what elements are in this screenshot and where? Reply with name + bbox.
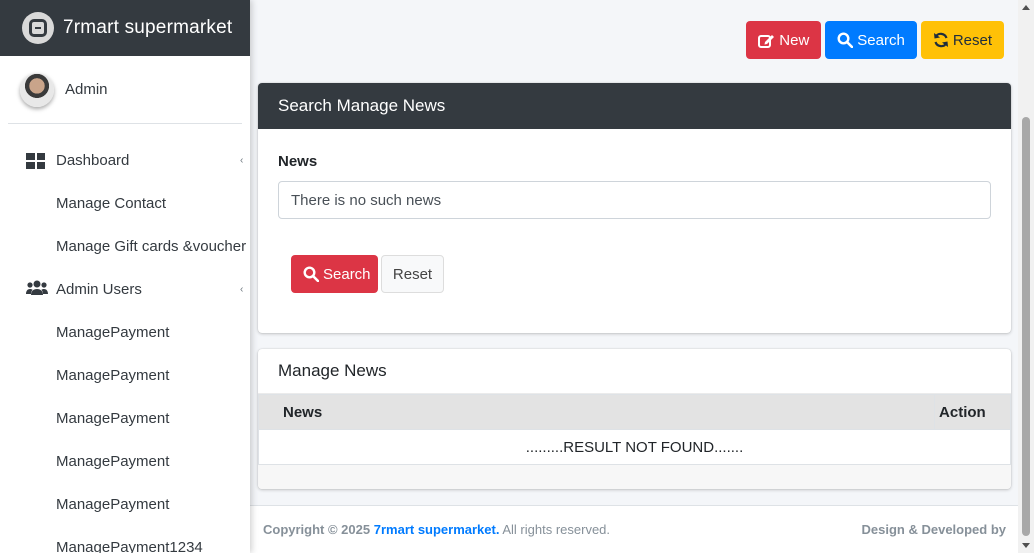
new-button[interactable]: New — [746, 21, 822, 59]
reset-button[interactable]: Reset — [920, 21, 1004, 59]
sidebar-item-label: ManagePayment — [56, 453, 170, 470]
sidebar-item-label: ManagePayment — [56, 410, 170, 427]
column-header-news: News — [258, 394, 936, 430]
page-scrollbar[interactable] — [1018, 0, 1034, 553]
footer-credit: Design & Developed by — [861, 522, 1006, 537]
search-icon — [837, 32, 854, 48]
refresh-icon — [933, 32, 948, 48]
sidebar-item-manage-payment[interactable]: ManagePayment — [0, 397, 250, 440]
sidebar-item-label: Dashboard — [56, 152, 130, 169]
search-card: Search Manage News News Search Reset — [258, 83, 1011, 333]
sidebar-item-manage-payment[interactable]: ManagePayment — [0, 311, 250, 354]
sidebar-item-label: ManagePayment — [56, 324, 170, 341]
sidebar-item-manage-payment[interactable]: ManagePayment — [0, 354, 250, 397]
sidebar-item-admin-users[interactable]: Admin Users ‹ — [0, 268, 250, 311]
user-name: Admin — [65, 81, 108, 98]
sidebar-item-label: ManagePayment — [56, 367, 170, 384]
reset-button-label: Reset — [952, 31, 992, 49]
dashboard-grid-icon — [26, 152, 45, 169]
news-field-label: News — [278, 153, 318, 170]
footer-company-link[interactable]: 7rmart supermarket. — [374, 522, 500, 537]
chevron-left-icon: ‹ — [240, 284, 244, 295]
sidebar-item-dashboard[interactable]: Dashboard ‹ — [0, 139, 250, 182]
page-footer: Copyright © 2025 7rmart supermarket. All… — [250, 505, 1018, 553]
card-footer — [258, 465, 1011, 489]
column-header-action: Action — [934, 394, 1011, 430]
search-icon — [303, 266, 319, 282]
scroll-thumb[interactable] — [1022, 117, 1030, 536]
avatar — [20, 72, 54, 107]
sidebar-item-manage-contact[interactable]: Manage Contact — [0, 182, 250, 225]
sidebar-nav: Dashboard ‹ Manage Contact Manage Gift c… — [0, 124, 250, 553]
brand-logo-icon — [22, 12, 54, 44]
scroll-down-arrow-icon[interactable] — [1022, 543, 1030, 548]
table-row: .........RESULT NOT FOUND....... — [258, 429, 1011, 465]
brand-link[interactable]: 7rmart supermarket — [0, 0, 250, 56]
scroll-up-arrow-icon[interactable] — [1022, 5, 1030, 10]
footer-copyright-prefix: Copyright © 2025 — [263, 522, 371, 537]
main-content: New Search Reset Search Manage News News… — [250, 0, 1018, 553]
user-panel[interactable]: Admin — [8, 56, 242, 124]
sidebar-item-label: Manage Contact — [56, 195, 167, 212]
edit-icon — [758, 34, 775, 48]
sidebar-item-manage-payment[interactable]: ManagePayment — [0, 483, 250, 526]
empty-result-message: .........RESULT NOT FOUND....... — [258, 429, 1011, 465]
toolbar: New Search Reset — [746, 21, 1004, 59]
sidebar-item-label: ManagePayment — [56, 496, 170, 513]
news-table: News Action .........RESULT NOT FOUND...… — [258, 394, 1011, 465]
footer-copyright: Copyright © 2025 7rmart supermarket. All… — [263, 522, 610, 537]
search-submit-label: Search — [323, 265, 371, 283]
search-submit-button[interactable]: Search — [291, 255, 378, 293]
search-reset-button[interactable]: Reset — [381, 255, 444, 293]
new-button-label: New — [779, 31, 810, 49]
sidebar: 7rmart supermarket Admin Dashboard ‹ Man… — [0, 0, 250, 553]
search-reset-label: Reset — [392, 265, 433, 283]
footer-rights: All rights reserved. — [502, 522, 611, 537]
search-button[interactable]: Search — [825, 21, 917, 59]
users-icon — [26, 280, 48, 300]
search-button-label: Search — [857, 31, 905, 49]
news-list-title: Manage News — [258, 349, 1011, 394]
sidebar-item-label: ManagePayment1234 — [56, 539, 203, 553]
news-search-input[interactable] — [278, 181, 991, 219]
sidebar-item-manage-gift-cards[interactable]: Manage Gift cards &voucher — [0, 225, 250, 268]
table-header-row: News Action — [258, 394, 1011, 430]
sidebar-item-manage-payment[interactable]: ManagePayment — [0, 440, 250, 483]
sidebar-item-label: Admin Users — [56, 281, 142, 298]
chevron-left-icon: ‹ — [240, 155, 244, 166]
news-list-card: Manage News News Action .........RESULT … — [258, 349, 1011, 489]
brand-title: 7rmart supermarket — [63, 17, 233, 38]
sidebar-item-label: Manage Gift cards &voucher — [56, 238, 247, 255]
sidebar-item-manage-payment[interactable]: ManagePayment1234 — [0, 526, 250, 553]
search-card-title: Search Manage News — [258, 83, 1011, 129]
